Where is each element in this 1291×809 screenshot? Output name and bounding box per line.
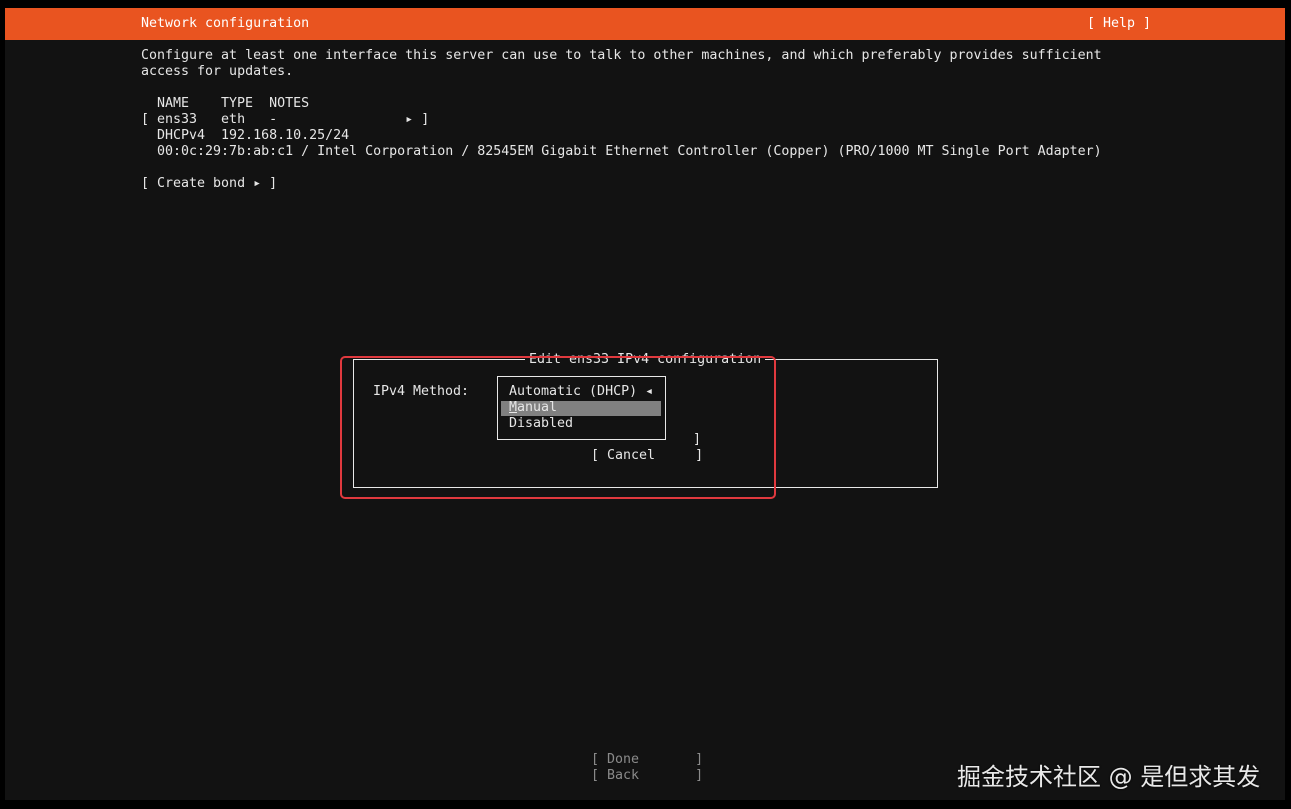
done-button[interactable]: [ Done ] <box>591 752 703 768</box>
interface-row-ens33[interactable]: [ ens33 eth - ▸ ] <box>141 112 429 128</box>
table-header: NAME TYPE NOTES <box>157 96 310 111</box>
page-title: Network configuration <box>141 16 310 31</box>
watermark: 掘金技术社区 @ 是但求其发 <box>957 763 1261 791</box>
description-line: access for updates. <box>141 64 294 79</box>
help-button[interactable]: [ Help ] <box>1087 16 1151 32</box>
create-bond-button[interactable]: [ Create bond ▸ ] <box>141 176 277 192</box>
interface-hardware: 00:0c:29:7b:ab:c1 / Intel Corporation / … <box>157 144 1102 159</box>
highlight-annotation-frame <box>340 356 776 499</box>
back-button[interactable]: [ Back ] <box>591 768 703 784</box>
description-line: Configure at least one interface this se… <box>141 48 1102 63</box>
interface-address: DHCPv4 192.168.10.25/24 <box>157 128 350 143</box>
